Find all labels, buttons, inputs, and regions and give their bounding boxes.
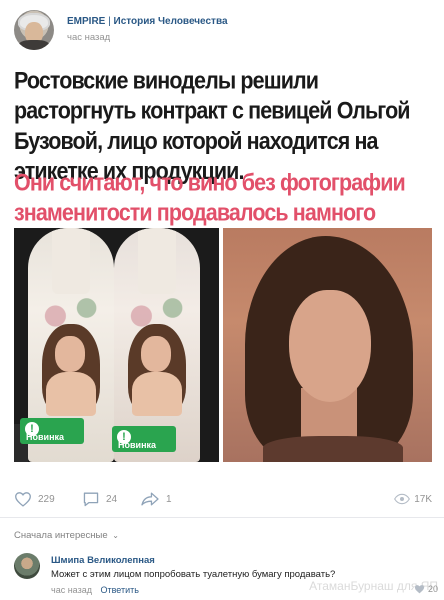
post-actions: 229 24 1 17K bbox=[14, 490, 434, 510]
portrait-face bbox=[289, 290, 371, 402]
label-portrait-body bbox=[46, 372, 96, 416]
comment-author[interactable]: Шмипа Великолепная bbox=[51, 555, 155, 566]
chevron-down-icon[interactable]: ⌄ bbox=[112, 531, 119, 540]
group-subtitle[interactable]: История Человечества bbox=[114, 16, 228, 27]
photo-wine-bottles[interactable]: ! Новинка ! Новинка bbox=[14, 228, 219, 462]
reply-button[interactable]: Ответить bbox=[100, 585, 138, 595]
comment-icon bbox=[83, 492, 99, 507]
divider bbox=[0, 517, 444, 518]
post-photos[interactable]: ! Новинка ! Новинка bbox=[14, 228, 432, 462]
group-name-separator: | bbox=[108, 16, 111, 27]
label-portrait-body bbox=[132, 372, 182, 416]
views-counter: 17K bbox=[394, 490, 432, 508]
comment-like-count: 20 bbox=[427, 584, 438, 594]
comment-text: Может с этим лицом попробовать туалетную… bbox=[51, 569, 336, 580]
label-portrait-face bbox=[55, 336, 85, 372]
portrait-clothing bbox=[263, 436, 403, 462]
share-icon bbox=[141, 492, 159, 506]
comments-sort-toggle[interactable]: Сначала интересные ⌄ bbox=[14, 530, 119, 541]
price-tag: ! Новинка bbox=[20, 418, 84, 444]
comment-count: 24 bbox=[106, 493, 118, 505]
group-name-link[interactable]: EMPIRE | История Человечества bbox=[67, 16, 228, 27]
group-avatar[interactable] bbox=[14, 10, 54, 50]
comment-time[interactable]: час назад bbox=[51, 585, 92, 595]
share-count: 1 bbox=[166, 493, 172, 505]
heart-icon bbox=[15, 492, 31, 507]
comment-meta: час назад Ответить bbox=[51, 585, 139, 595]
comments-sort-label[interactable]: Сначала интересные bbox=[14, 530, 108, 541]
like-button[interactable]: 229 bbox=[14, 490, 55, 508]
price-tag: ! Новинка bbox=[112, 426, 176, 452]
heart-icon bbox=[414, 585, 425, 594]
comment-button[interactable]: 24 bbox=[82, 490, 117, 508]
label-portrait-face bbox=[141, 336, 171, 372]
avatar-body bbox=[18, 40, 50, 50]
views-count: 17K bbox=[414, 493, 432, 505]
comment-author-avatar[interactable] bbox=[14, 553, 40, 579]
group-name[interactable]: EMPIRE bbox=[67, 16, 105, 27]
like-count: 229 bbox=[38, 493, 55, 505]
price-tag-label: Новинка bbox=[26, 432, 65, 442]
comment-like-button[interactable]: 20 bbox=[414, 584, 438, 594]
price-tag-label: Новинка bbox=[118, 440, 157, 450]
share-button[interactable]: 1 bbox=[140, 490, 172, 508]
post-header: EMPIRE | История Человечества час назад bbox=[14, 10, 434, 54]
post-time[interactable]: час назад bbox=[67, 32, 110, 43]
eye-icon bbox=[394, 493, 411, 505]
photo-portrait[interactable] bbox=[223, 228, 432, 462]
